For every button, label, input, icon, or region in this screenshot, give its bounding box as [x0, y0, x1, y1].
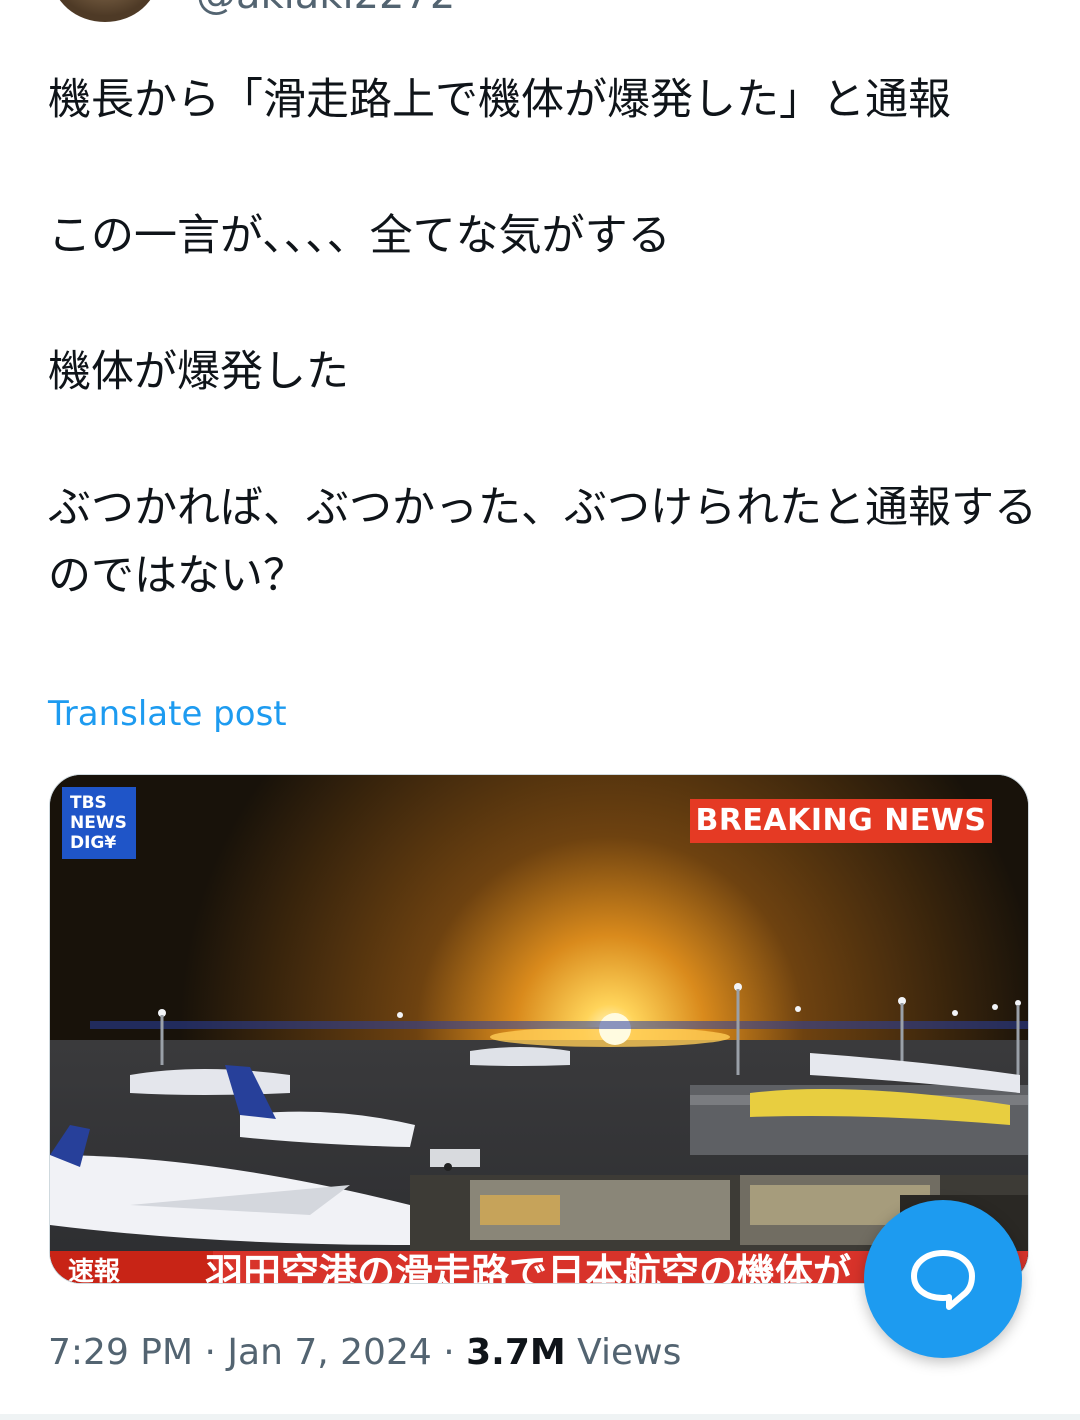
- meta-separator: ·: [193, 1332, 228, 1373]
- divider: [0, 1414, 1080, 1420]
- post-date[interactable]: Jan 7, 2024: [227, 1332, 431, 1373]
- translate-post-link[interactable]: Translate post: [48, 694, 287, 734]
- tweet-paragraph: この一言が、、、、全てな気がする: [48, 211, 671, 261]
- chat-bubble-icon: [911, 1250, 975, 1310]
- views-label: Views: [577, 1332, 682, 1373]
- tbs-news-dig-logo: TBS NEWS DIG¥: [62, 787, 136, 859]
- tweet-meta: 7:29 PM · Jan 7, 2024 · 3.7M Views: [48, 1332, 681, 1373]
- tweet-paragraph: 機体が爆発した: [48, 347, 349, 397]
- tweet-paragraph: 機長から「滑走路上で機体が爆発した」と通報: [48, 75, 951, 125]
- media-image[interactable]: TBS NEWS DIG¥ BREAKING NEWS 速報 羽田空港の滑走路で…: [49, 774, 1029, 1284]
- compose-message-button[interactable]: [864, 1200, 1022, 1358]
- logo-line: NEWS: [70, 813, 127, 833]
- tweet-text: 機長から「滑走路上で機体が爆発した」と通報 この一言が、、、、全てな気がする 機…: [48, 66, 1038, 610]
- paragraph-spacer: [48, 270, 1038, 338]
- user-handle[interactable]: @akiaki2272: [196, 0, 455, 18]
- meta-separator: ·: [431, 1332, 467, 1373]
- airport-night-scene: [50, 775, 1028, 1283]
- tweet-paragraph: ぶつかれば、ぶつかった、ぶつけられたと通報するのではない？: [48, 483, 1037, 601]
- ticker-label: 速報: [50, 1251, 213, 1283]
- paragraph-spacer: [48, 406, 1038, 474]
- post-time[interactable]: 7:29 PM: [48, 1332, 193, 1373]
- logo-line: TBS: [70, 793, 107, 813]
- avatar[interactable]: [52, 0, 158, 22]
- breaking-news-banner: BREAKING NEWS: [690, 799, 992, 843]
- views-count: 3.7M: [466, 1332, 566, 1373]
- logo-line: DIG¥: [70, 833, 117, 853]
- paragraph-spacer: [48, 134, 1038, 202]
